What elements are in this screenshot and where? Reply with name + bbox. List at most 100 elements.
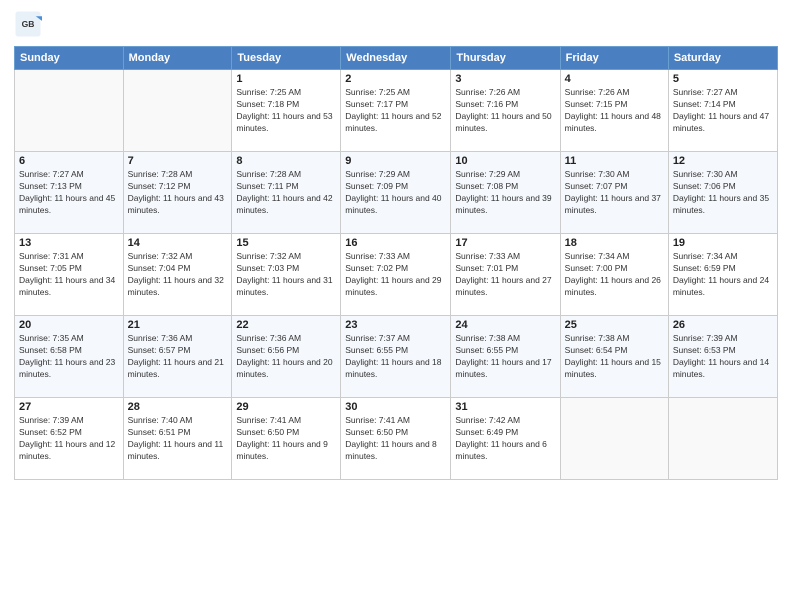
day-number: 11 bbox=[565, 155, 664, 167]
day-info: Sunrise: 7:25 AM Sunset: 7:18 PM Dayligh… bbox=[236, 87, 336, 135]
day-cell: 7 Sunrise: 7:28 AM Sunset: 7:12 PM Daylig… bbox=[123, 152, 232, 234]
day-number: 8 bbox=[236, 155, 336, 167]
day-info: Sunrise: 7:42 AM Sunset: 6:49 PM Dayligh… bbox=[455, 415, 555, 463]
day-info: Sunrise: 7:38 AM Sunset: 6:55 PM Dayligh… bbox=[455, 333, 555, 381]
week-row-3: 13Sunrise: 7:31 AM Sunset: 7:05 PM Dayli… bbox=[15, 234, 778, 316]
day-cell: 25 Sunrise: 7:38 AM Sunset: 6:54 PM Dayli… bbox=[560, 316, 668, 398]
day-number: 1 bbox=[236, 73, 336, 85]
day-cell: 23 Sunrise: 7:37 AM Sunset: 6:55 PM Dayli… bbox=[341, 316, 451, 398]
day-number: 31 bbox=[455, 401, 555, 413]
day-info: Sunrise: 7:28 AM Sunset: 7:12 PM Dayligh… bbox=[128, 169, 228, 217]
day-number: 14 bbox=[128, 237, 228, 249]
week-row-5: 27 Sunrise: 7:39 AM Sunset: 6:52 PM Dayli… bbox=[15, 398, 778, 480]
day-number: 17 bbox=[455, 237, 555, 249]
day-cell: 2 Sunrise: 7:25 AM Sunset: 7:17 PM Daylig… bbox=[341, 70, 451, 152]
day-cell: 12Sunrise: 7:30 AM Sunset: 7:06 PM Dayli… bbox=[668, 152, 777, 234]
day-info: Sunrise: 7:39 AM Sunset: 6:53 PM Dayligh… bbox=[673, 333, 773, 381]
day-cell: 28Sunrise: 7:40 AM Sunset: 6:51 PM Dayli… bbox=[123, 398, 232, 480]
day-info: Sunrise: 7:31 AM Sunset: 7:05 PM Dayligh… bbox=[19, 251, 119, 299]
day-number: 26 bbox=[673, 319, 773, 331]
day-number: 27 bbox=[19, 401, 119, 413]
day-cell: 16 Sunrise: 7:33 AM Sunset: 7:02 PM Dayli… bbox=[341, 234, 451, 316]
week-row-4: 20 Sunrise: 7:35 AM Sunset: 6:58 PM Dayli… bbox=[15, 316, 778, 398]
day-info: Sunrise: 7:27 AM Sunset: 7:13 PM Dayligh… bbox=[19, 169, 119, 217]
logo: GB bbox=[14, 10, 46, 38]
day-number: 12 bbox=[673, 155, 773, 167]
day-number: 16 bbox=[345, 237, 446, 249]
day-number: 23 bbox=[345, 319, 446, 331]
day-number: 25 bbox=[565, 319, 664, 331]
day-info: Sunrise: 7:32 AM Sunset: 7:04 PM Dayligh… bbox=[128, 251, 228, 299]
day-number: 21 bbox=[128, 319, 228, 331]
day-header-wednesday: Wednesday bbox=[341, 47, 451, 70]
day-number: 2 bbox=[345, 73, 446, 85]
day-info: Sunrise: 7:36 AM Sunset: 6:56 PM Dayligh… bbox=[236, 333, 336, 381]
day-info: Sunrise: 7:34 AM Sunset: 6:59 PM Dayligh… bbox=[673, 251, 773, 299]
day-cell: 6Sunrise: 7:27 AM Sunset: 7:13 PM Daylig… bbox=[15, 152, 124, 234]
day-cell: 9 Sunrise: 7:29 AM Sunset: 7:09 PM Daylig… bbox=[341, 152, 451, 234]
day-info: Sunrise: 7:26 AM Sunset: 7:15 PM Dayligh… bbox=[565, 87, 664, 135]
day-info: Sunrise: 7:28 AM Sunset: 7:11 PM Dayligh… bbox=[236, 169, 336, 217]
day-cell: 27 Sunrise: 7:39 AM Sunset: 6:52 PM Dayli… bbox=[15, 398, 124, 480]
day-cell: 5 Sunrise: 7:27 AM Sunset: 7:14 PM Daylig… bbox=[668, 70, 777, 152]
day-header-friday: Friday bbox=[560, 47, 668, 70]
day-number: 22 bbox=[236, 319, 336, 331]
page: GB SundayMondayTuesdayWednesdayThursdayF… bbox=[0, 0, 792, 612]
day-cell: 20 Sunrise: 7:35 AM Sunset: 6:58 PM Dayli… bbox=[15, 316, 124, 398]
day-cell: 3Sunrise: 7:26 AM Sunset: 7:16 PM Daylig… bbox=[451, 70, 560, 152]
day-header-monday: Monday bbox=[123, 47, 232, 70]
day-cell: 31 Sunrise: 7:42 AM Sunset: 6:49 PM Dayli… bbox=[451, 398, 560, 480]
day-header-saturday: Saturday bbox=[668, 47, 777, 70]
day-info: Sunrise: 7:33 AM Sunset: 7:02 PM Dayligh… bbox=[345, 251, 446, 299]
day-info: Sunrise: 7:25 AM Sunset: 7:17 PM Dayligh… bbox=[345, 87, 446, 135]
day-cell bbox=[668, 398, 777, 480]
day-info: Sunrise: 7:27 AM Sunset: 7:14 PM Dayligh… bbox=[673, 87, 773, 135]
day-info: Sunrise: 7:29 AM Sunset: 7:08 PM Dayligh… bbox=[455, 169, 555, 217]
day-number: 29 bbox=[236, 401, 336, 413]
day-number: 4 bbox=[565, 73, 664, 85]
day-cell bbox=[123, 70, 232, 152]
day-header-thursday: Thursday bbox=[451, 47, 560, 70]
day-number: 5 bbox=[673, 73, 773, 85]
day-cell: 30 Sunrise: 7:41 AM Sunset: 6:50 PM Dayli… bbox=[341, 398, 451, 480]
day-cell: 18 Sunrise: 7:34 AM Sunset: 7:00 PM Dayli… bbox=[560, 234, 668, 316]
day-info: Sunrise: 7:29 AM Sunset: 7:09 PM Dayligh… bbox=[345, 169, 446, 217]
day-header-sunday: Sunday bbox=[15, 47, 124, 70]
day-cell: 13Sunrise: 7:31 AM Sunset: 7:05 PM Dayli… bbox=[15, 234, 124, 316]
day-number: 18 bbox=[565, 237, 664, 249]
day-info: Sunrise: 7:36 AM Sunset: 6:57 PM Dayligh… bbox=[128, 333, 228, 381]
day-cell: 21 Sunrise: 7:36 AM Sunset: 6:57 PM Dayli… bbox=[123, 316, 232, 398]
header: GB bbox=[14, 10, 778, 38]
day-number: 10 bbox=[455, 155, 555, 167]
week-row-2: 6Sunrise: 7:27 AM Sunset: 7:13 PM Daylig… bbox=[15, 152, 778, 234]
day-info: Sunrise: 7:35 AM Sunset: 6:58 PM Dayligh… bbox=[19, 333, 119, 381]
calendar-table: SundayMondayTuesdayWednesdayThursdayFrid… bbox=[14, 46, 778, 480]
day-number: 9 bbox=[345, 155, 446, 167]
calendar-header-row: SundayMondayTuesdayWednesdayThursdayFrid… bbox=[15, 47, 778, 70]
day-cell: 19 Sunrise: 7:34 AM Sunset: 6:59 PM Dayli… bbox=[668, 234, 777, 316]
day-cell bbox=[560, 398, 668, 480]
day-info: Sunrise: 7:34 AM Sunset: 7:00 PM Dayligh… bbox=[565, 251, 664, 299]
day-cell: 8 Sunrise: 7:28 AM Sunset: 7:11 PM Daylig… bbox=[232, 152, 341, 234]
day-number: 3 bbox=[455, 73, 555, 85]
day-number: 19 bbox=[673, 237, 773, 249]
day-info: Sunrise: 7:38 AM Sunset: 6:54 PM Dayligh… bbox=[565, 333, 664, 381]
day-info: Sunrise: 7:41 AM Sunset: 6:50 PM Dayligh… bbox=[236, 415, 336, 463]
day-number: 20 bbox=[19, 319, 119, 331]
svg-text:GB: GB bbox=[22, 19, 35, 29]
day-number: 24 bbox=[455, 319, 555, 331]
day-cell: 26 Sunrise: 7:39 AM Sunset: 6:53 PM Dayli… bbox=[668, 316, 777, 398]
day-cell: 10 Sunrise: 7:29 AM Sunset: 7:08 PM Dayli… bbox=[451, 152, 560, 234]
day-number: 15 bbox=[236, 237, 336, 249]
day-info: Sunrise: 7:30 AM Sunset: 7:07 PM Dayligh… bbox=[565, 169, 664, 217]
day-cell: 15Sunrise: 7:32 AM Sunset: 7:03 PM Dayli… bbox=[232, 234, 341, 316]
day-info: Sunrise: 7:39 AM Sunset: 6:52 PM Dayligh… bbox=[19, 415, 119, 463]
day-info: Sunrise: 7:41 AM Sunset: 6:50 PM Dayligh… bbox=[345, 415, 446, 463]
day-cell: 29 Sunrise: 7:41 AM Sunset: 6:50 PM Dayli… bbox=[232, 398, 341, 480]
day-cell bbox=[15, 70, 124, 152]
day-cell: 11 Sunrise: 7:30 AM Sunset: 7:07 PM Dayli… bbox=[560, 152, 668, 234]
day-number: 30 bbox=[345, 401, 446, 413]
day-number: 7 bbox=[128, 155, 228, 167]
day-info: Sunrise: 7:33 AM Sunset: 7:01 PM Dayligh… bbox=[455, 251, 555, 299]
day-info: Sunrise: 7:37 AM Sunset: 6:55 PM Dayligh… bbox=[345, 333, 446, 381]
